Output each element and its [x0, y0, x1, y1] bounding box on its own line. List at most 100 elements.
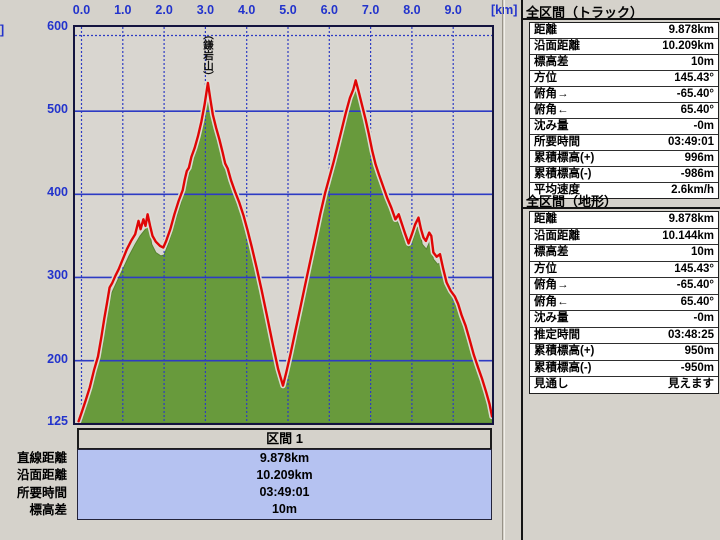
y-tick-label: 125: [28, 414, 68, 428]
stats-row: 俯角← 65.40°: [530, 103, 718, 119]
stats-sidebar-edge-line: [521, 0, 523, 540]
peak-annotation: （鎌岩山）: [200, 29, 215, 149]
elevation-chart-svg: [75, 27, 492, 423]
section-row-value: 10.209km: [78, 467, 491, 484]
stats-row-label: 距離: [534, 212, 557, 228]
splitter-groove-dark: [502, 0, 503, 540]
stats-row-label: 俯角←: [534, 295, 569, 311]
stats-row-label: 見通し: [534, 377, 569, 393]
stats-row-label: 俯角→: [534, 278, 569, 294]
stats-row-value: -950m: [681, 361, 714, 377]
stats-row-label: 累積標高(-): [534, 361, 592, 377]
stats-row-value: -986m: [681, 167, 714, 182]
stats-row-value: 65.40°: [681, 103, 714, 118]
stats-row-value: -65.40°: [677, 87, 714, 102]
x-tick-label: 2.0: [147, 3, 181, 17]
x-tick-label: 8.0: [395, 3, 429, 17]
x-tick-label: 0.0: [65, 3, 99, 17]
stats-row-value: 03:48:25: [668, 328, 714, 344]
stats-row: 俯角← 65.40°: [530, 295, 718, 312]
y-tick-label: 300: [28, 268, 68, 282]
stats-row-label: 俯角←: [534, 103, 569, 118]
section-row-label: 直線距離: [0, 450, 67, 467]
stats-row-label: 沈み量: [534, 311, 569, 327]
stats-row-label: 累積標高(+): [534, 344, 594, 360]
section-row-value: 9.878km: [78, 450, 491, 467]
stats-row-value: 10.209km: [662, 39, 714, 54]
stats-row-value: -0m: [694, 119, 714, 134]
y-axis-unit-label: ]: [0, 23, 4, 37]
y-tick-label: 600: [28, 19, 68, 33]
stats-row-value: -0m: [694, 311, 714, 327]
stats-row-value: 145.43°: [674, 71, 714, 86]
elevation-chart-plot[interactable]: [73, 25, 494, 425]
y-tick-label: 400: [28, 185, 68, 199]
section-row-value: 10m: [78, 501, 491, 518]
stats-row: 所要時間 03:49:01: [530, 135, 718, 151]
stats-row: 沈み量 -0m: [530, 119, 718, 135]
stats-table: 距離 9.878km 沿面距離 10.144km 標高差 10m 方位 145.43° 俯角→ -…: [529, 211, 719, 394]
stats-row-value: 9.878km: [669, 212, 714, 228]
stats-row-value: 9.878km: [669, 23, 714, 38]
stats-row: 沿面距離 10.209km: [530, 39, 718, 55]
stats-row-value: 10.144km: [662, 229, 714, 245]
stats-panel-underline: [521, 18, 720, 20]
splitter-groove-light: [504, 0, 505, 540]
stats-row-label: 沈み量: [534, 119, 569, 134]
stats-row-label: 方位: [534, 262, 557, 278]
stats-row-label: 標高差: [534, 245, 569, 261]
stats-row: 見通し 見えます: [530, 377, 718, 393]
stats-table: 距離 9.878km 沿面距離 10.209km 標高差 10m 方位 145.43° 俯角→ -…: [529, 22, 719, 199]
stats-row: 俯角→ -65.40°: [530, 278, 718, 295]
stats-row: 累積標高(+) 950m: [530, 344, 718, 361]
stats-row-label: 累積標高(+): [534, 151, 594, 166]
y-tick-label: 200: [28, 352, 68, 366]
section-values-box: 9.878km10.209km03:49:0110m: [77, 449, 492, 520]
y-tick-label: 500: [28, 102, 68, 116]
stats-row: 標高差 10m: [530, 245, 718, 262]
elevation-profile-window: ] [km] 0.01.02.03.04.05.06.07.08.09.0 60…: [0, 0, 720, 540]
stats-row-label: 俯角→: [534, 87, 569, 102]
stats-row-value: 996m: [685, 151, 714, 166]
stats-row: 距離 9.878km: [530, 212, 718, 229]
x-tick-label: 3.0: [188, 3, 222, 17]
stats-row-label: 沿面距離: [534, 39, 580, 54]
panel-splitter[interactable]: [500, 0, 508, 540]
x-tick-label: 6.0: [312, 3, 346, 17]
section-header: 区間 1: [77, 428, 492, 449]
x-tick-label: 9.0: [436, 3, 470, 17]
stats-panel-underline: [521, 207, 720, 209]
stats-row-value: 10m: [691, 245, 714, 261]
stats-row: 方位 145.43°: [530, 262, 718, 279]
stats-row: 推定時間 03:48:25: [530, 328, 718, 345]
stats-row: 沿面距離 10.144km: [530, 229, 718, 246]
stats-row-label: 方位: [534, 71, 557, 86]
stats-row-value: 950m: [685, 344, 714, 360]
stats-row-label: 所要時間: [534, 135, 580, 150]
stats-row: 標高差 10m: [530, 55, 718, 71]
stats-row-value: 65.40°: [681, 295, 714, 311]
section-row-label: 所要時間: [0, 485, 67, 502]
stats-row: 沈み量 -0m: [530, 311, 718, 328]
stats-row-label: 沿面距離: [534, 229, 580, 245]
stats-row-label: 距離: [534, 23, 557, 38]
stats-row: 俯角→ -65.40°: [530, 87, 718, 103]
stats-row-label: 累積標高(-): [534, 167, 592, 182]
x-tick-label: 5.0: [271, 3, 305, 17]
stats-sidebar: 全区間（トラック）距離9.878km沿面距離10.209km標高差10m方位14…: [510, 0, 720, 540]
stats-row: 累積標高(-) -986m: [530, 167, 718, 183]
stats-row: 累積標高(-) -950m: [530, 361, 718, 378]
stats-row-label: 標高差: [534, 55, 569, 70]
stats-row-value: -65.40°: [677, 278, 714, 294]
x-tick-label: 4.0: [230, 3, 264, 17]
stats-row-value: 10m: [691, 55, 714, 70]
section-row-value: 03:49:01: [78, 484, 491, 501]
x-tick-label: 7.0: [354, 3, 388, 17]
stats-row-label: 推定時間: [534, 328, 580, 344]
stats-row-value: 145.43°: [674, 262, 714, 278]
stats-row: 方位 145.43°: [530, 71, 718, 87]
stats-row-value: 見えます: [668, 377, 714, 393]
x-tick-label: 1.0: [106, 3, 140, 17]
stats-row: 距離 9.878km: [530, 23, 718, 39]
stats-row-value: 03:49:01: [668, 135, 714, 150]
